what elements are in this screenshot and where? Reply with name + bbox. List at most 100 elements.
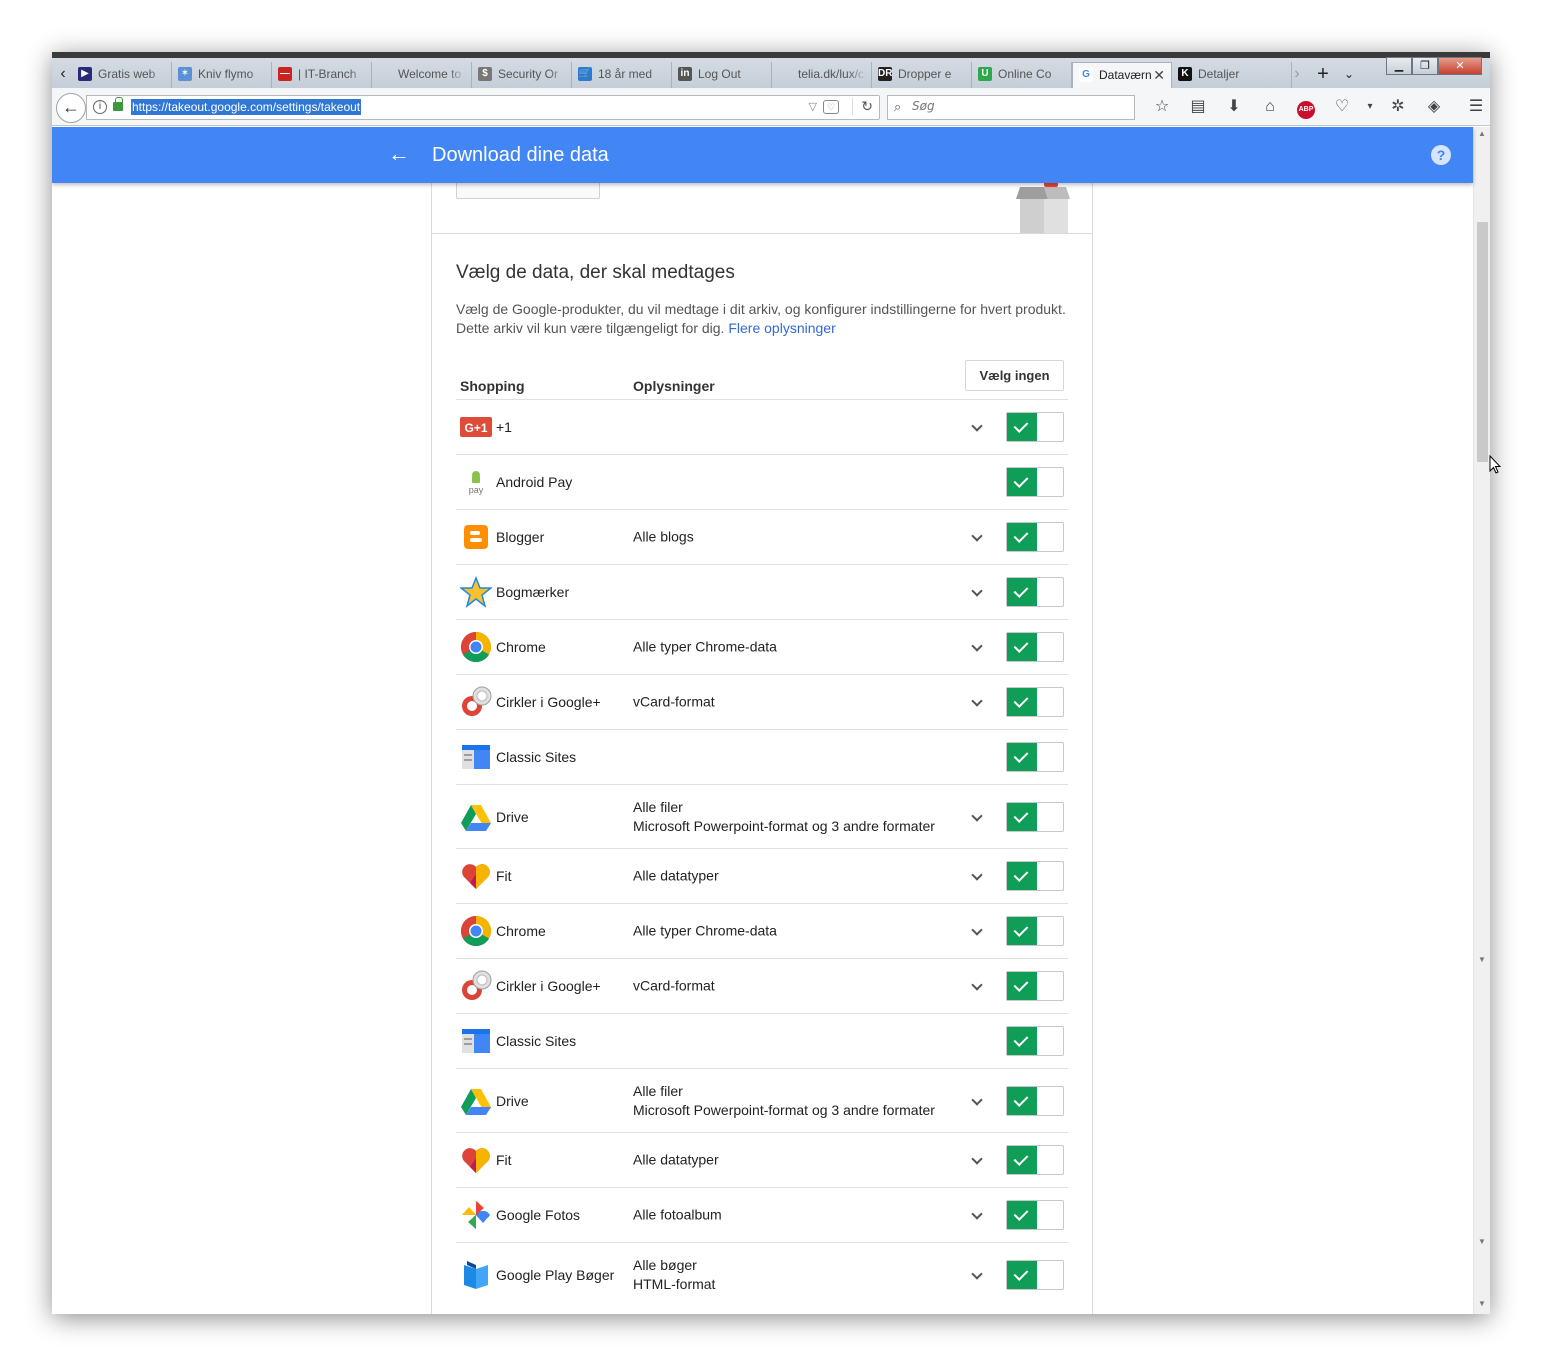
reading-list-icon[interactable]: ▤ — [1180, 94, 1216, 120]
product-toggle[interactable] — [1006, 861, 1064, 891]
product-info-line: Alle blogs — [633, 528, 694, 545]
chevron-down-icon[interactable] — [968, 922, 986, 940]
tab-2[interactable]: ✶ Kniv flymo — [172, 62, 272, 88]
scroll-page-arrow-icon[interactable]: ▼ — [1478, 1237, 1486, 1246]
chevron-down-icon[interactable] — [968, 528, 986, 546]
product-toggle[interactable] — [1006, 687, 1064, 717]
bookmark-star-icon[interactable]: ☆ — [1144, 94, 1180, 120]
reload-icon[interactable]: ↻ — [852, 98, 873, 115]
circles-icon — [460, 686, 492, 718]
tab-9[interactable]: DR Dropper e — [872, 62, 972, 88]
product-toggle[interactable] — [1006, 632, 1064, 662]
share-icon[interactable]: ◈ — [1416, 94, 1452, 120]
product-toggle[interactable] — [1006, 522, 1064, 552]
scroll-mid-arrow-icon[interactable]: ▼ — [1478, 955, 1486, 964]
tab-4[interactable]: Welcome to nt — [372, 62, 472, 88]
tab-label: telia.dk/lux/cr — [798, 67, 866, 81]
product-row: Fit Alle datatyper — [456, 848, 1068, 903]
product-toggle[interactable] — [1006, 1026, 1064, 1056]
product-toggle[interactable] — [1006, 1145, 1064, 1175]
tabs-scroll-left-icon[interactable]: ‹ — [54, 64, 72, 84]
lock-icon — [113, 97, 123, 111]
chevron-down-icon[interactable] — [968, 1206, 986, 1224]
k-icon: K — [1178, 67, 1192, 81]
tab-label: 18 år med — [598, 67, 653, 81]
chevron-down-icon[interactable] — [968, 867, 986, 885]
chevron-down-icon[interactable] — [968, 1266, 986, 1284]
product-name: Fit — [496, 1152, 512, 1168]
url-history-dropdown-icon[interactable]: ▽ — [809, 100, 817, 113]
adblock-icon[interactable]: ABP — [1288, 94, 1324, 120]
download-icon[interactable]: ⬇ — [1216, 94, 1252, 120]
back-button[interactable]: ← — [56, 93, 86, 123]
tab-11[interactable]: G Dataværn ✕ — [1072, 62, 1172, 88]
product-toggle[interactable] — [1006, 577, 1064, 607]
maximize-icon[interactable]: ❐ — [1412, 57, 1438, 75]
chevron-down-icon[interactable] — [968, 583, 986, 601]
chevron-down-icon[interactable] — [968, 638, 986, 656]
tabs-scroll-right-icon[interactable]: › — [1288, 64, 1306, 84]
pocket-icon[interactable]: ♡ — [1324, 94, 1360, 120]
tab-12[interactable]: K Detaljer — [1172, 62, 1292, 88]
product-toggle[interactable] — [1006, 467, 1064, 497]
blank-icon — [778, 67, 792, 81]
tab-7[interactable]: in Log Out — [672, 62, 772, 88]
new-tab-icon[interactable]: + — [1314, 64, 1332, 84]
page-scrollbar[interactable]: ▲ ▼ ▼ ▼ — [1473, 127, 1490, 1314]
manage-archives-button[interactable]: Administrer arkiver — [456, 183, 600, 199]
product-list: G+1 +1 pay Android Pay Blogger Alle blogs Bogm… — [456, 399, 1068, 1306]
product-toggle[interactable] — [1006, 412, 1064, 442]
tab-1[interactable]: ▶ Gratis web — [72, 62, 172, 88]
search-bar[interactable]: ⌕ — [887, 95, 1135, 120]
close-tab-icon[interactable]: ✕ — [1153, 63, 1165, 87]
url-bar[interactable]: i https://takeout.google.com/settings/ta… — [86, 95, 880, 120]
product-info-line: vCard-format — [633, 693, 715, 710]
url-text[interactable]: https://takeout.google.com/settings/take… — [131, 99, 362, 115]
chevron-down-icon[interactable] — [968, 977, 986, 995]
select-none-button[interactable]: Vælg ingen — [965, 360, 1064, 391]
chevron-down-icon[interactable] — [968, 693, 986, 711]
product-toggle[interactable] — [1006, 971, 1064, 1001]
tab-3[interactable]: — | IT-Branch — [272, 62, 372, 88]
minimize-icon[interactable]: ▁ — [1386, 57, 1412, 75]
scroll-up-arrow-icon[interactable]: ▲ — [1478, 129, 1486, 138]
close-window-icon[interactable]: ✕ — [1438, 57, 1482, 75]
header-back-arrow-icon[interactable]: ← — [388, 142, 410, 166]
tabs-list-icon[interactable]: ⌄ — [1340, 64, 1358, 84]
page-header: ← Download dine data ? — [52, 127, 1473, 183]
cart-icon: 🛒 — [578, 67, 592, 81]
chevron-down-icon[interactable] — [968, 808, 986, 826]
security-icon: $ — [478, 67, 492, 81]
product-row: Blogger Alle blogs — [456, 509, 1068, 564]
chevron-down-icon[interactable] — [968, 1151, 986, 1169]
menu-icon[interactable]: ☰ — [1458, 94, 1490, 120]
search-input[interactable] — [912, 99, 1122, 113]
check-icon — [1007, 1201, 1037, 1229]
product-name: Fit — [496, 868, 512, 884]
chevron-down-icon[interactable] — [968, 418, 986, 436]
product-info-line: Alle filer — [633, 1082, 683, 1099]
more-info-link[interactable]: Flere oplysninger — [728, 320, 835, 336]
help-icon[interactable]: ? — [1431, 145, 1451, 165]
tab-10[interactable]: U Online Co — [972, 62, 1072, 88]
product-toggle[interactable] — [1006, 916, 1064, 946]
product-name: Google Fotos — [496, 1207, 581, 1223]
product-toggle[interactable] — [1006, 742, 1064, 772]
pocket-dropdown-icon[interactable]: ▾ — [1360, 94, 1380, 120]
product-toggle[interactable] — [1006, 1200, 1064, 1230]
pocket-url-icon[interactable]: ♡ — [823, 100, 839, 114]
site-info-icon[interactable]: i — [93, 100, 107, 114]
extension-icon[interactable]: ✲ — [1380, 94, 1416, 120]
product-toggle[interactable] — [1006, 1259, 1064, 1290]
tab-8[interactable]: telia.dk/lux/cr — [772, 62, 872, 88]
tab-5[interactable]: $ Security Or — [472, 62, 572, 88]
google-photos-icon — [460, 1199, 492, 1231]
product-toggle[interactable] — [1006, 801, 1064, 832]
chevron-down-icon[interactable] — [968, 1092, 986, 1110]
product-toggle[interactable] — [1006, 1085, 1064, 1116]
scroll-down-arrow-icon[interactable]: ▼ — [1478, 1299, 1486, 1308]
home-icon[interactable]: ⌂ — [1252, 94, 1288, 120]
window-controls: ▁ ❐ ✕ — [1386, 57, 1482, 77]
scrollbar-thumb[interactable] — [1477, 222, 1488, 462]
tab-6[interactable]: 🛒 18 år med — [572, 62, 672, 88]
